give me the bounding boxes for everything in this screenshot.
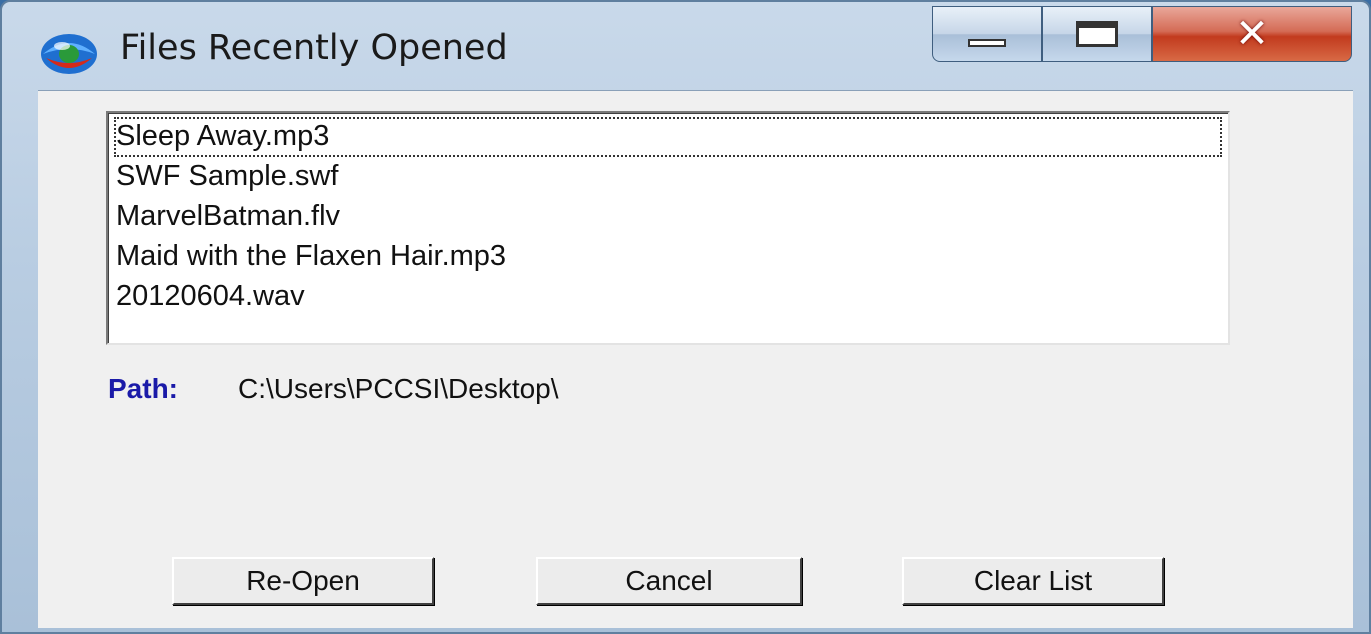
- close-icon: ✕: [1235, 11, 1269, 57]
- maximize-icon: [1076, 21, 1118, 47]
- files-recently-opened-window: Files Recently Opened ✕ Sleep Away.mp3 S…: [0, 0, 1371, 634]
- dialog-client-area: Sleep Away.mp3 SWF Sample.swf MarvelBatm…: [38, 90, 1353, 628]
- cancel-button[interactable]: Cancel: [536, 557, 802, 605]
- list-item[interactable]: Sleep Away.mp3: [114, 117, 1222, 157]
- clear-list-button[interactable]: Clear List: [902, 557, 1164, 605]
- maximize-button[interactable]: [1042, 6, 1152, 62]
- list-item[interactable]: MarvelBatman.flv: [114, 197, 1222, 237]
- minimize-button[interactable]: [932, 6, 1042, 62]
- recent-files-listbox[interactable]: Sleep Away.mp3 SWF Sample.swf MarvelBatm…: [106, 111, 1230, 345]
- list-item[interactable]: SWF Sample.swf: [114, 157, 1222, 197]
- path-value: C:\Users\PCCSI\Desktop\: [238, 373, 559, 404]
- window-title: Files Recently Opened: [120, 28, 508, 68]
- path-label: Path:: [108, 373, 178, 404]
- reopen-button[interactable]: Re-Open: [172, 557, 434, 605]
- title-bar[interactable]: Files Recently Opened ✕: [2, 2, 1369, 86]
- close-button[interactable]: ✕: [1152, 6, 1352, 62]
- list-item[interactable]: Maid with the Flaxen Hair.mp3: [114, 237, 1222, 277]
- minimize-icon: [968, 39, 1006, 47]
- globe-app-icon: [41, 34, 97, 74]
- list-item[interactable]: 20120604.wav: [114, 277, 1222, 317]
